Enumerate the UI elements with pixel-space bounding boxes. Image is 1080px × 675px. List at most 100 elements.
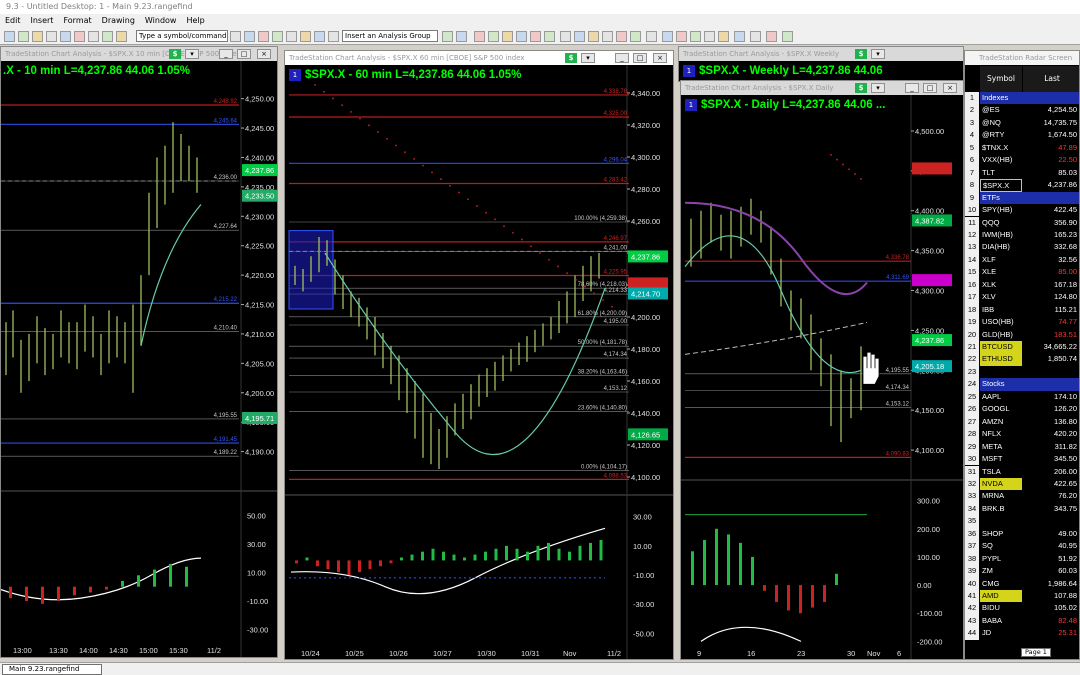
watchlist-row[interactable]: 18 IBB 115.21 bbox=[965, 303, 1079, 317]
format-icon[interactable] bbox=[272, 31, 283, 42]
line-chart-icon[interactable] bbox=[488, 31, 499, 42]
watchlist-row[interactable]: 30 MSFT 345.50 bbox=[965, 453, 1079, 466]
watchlist-row[interactable]: 35 bbox=[965, 515, 1079, 528]
paste-icon[interactable] bbox=[88, 31, 99, 42]
watchlist-row[interactable]: 41 AMD 107.88 bbox=[965, 590, 1079, 603]
symbol-cell[interactable]: @NQ bbox=[980, 117, 1022, 129]
symbol-cell[interactable]: SHOP bbox=[980, 528, 1022, 540]
draw-fib-icon[interactable] bbox=[588, 31, 599, 42]
tick-icon[interactable] bbox=[544, 31, 555, 42]
watchlist-row[interactable]: 5 $TNX.X 47.89 bbox=[965, 141, 1079, 155]
close-icon[interactable]: × bbox=[943, 83, 957, 93]
symbol-cell[interactable]: META bbox=[980, 441, 1022, 453]
symbol-cell[interactable]: GLD(HB) bbox=[980, 329, 1022, 341]
symbol-cell[interactable]: QQQ bbox=[980, 217, 1022, 229]
symbol-cell[interactable]: @RTY bbox=[980, 129, 1022, 141]
symbol-cell[interactable]: JD bbox=[980, 627, 1022, 639]
dropdown-icon[interactable]: ▾ bbox=[185, 49, 199, 59]
symbol-cell[interactable]: USO(HB) bbox=[980, 316, 1022, 328]
watchlist-row[interactable]: 42 BIDU 105.02 bbox=[965, 602, 1079, 615]
menu-drawing[interactable]: Drawing bbox=[97, 14, 140, 28]
watchlist-row[interactable]: 16 XLK 167.18 bbox=[965, 278, 1079, 292]
hammer-icon[interactable] bbox=[766, 31, 777, 42]
close-icon[interactable]: × bbox=[257, 49, 271, 59]
watchlist-row[interactable]: 37 SQ 40.95 bbox=[965, 540, 1079, 553]
watchlist-row[interactable]: 2 @ES 4,254.50 bbox=[965, 104, 1079, 117]
cut-icon[interactable] bbox=[60, 31, 71, 42]
layout-icon[interactable] bbox=[442, 31, 453, 42]
watchlist-category-row[interactable]: 9 ETFs bbox=[965, 191, 1079, 205]
copy-icon[interactable] bbox=[74, 31, 85, 42]
minimize-icon[interactable]: _ bbox=[615, 53, 629, 63]
draw-rect-icon[interactable] bbox=[616, 31, 627, 42]
chart-window-10min[interactable]: TradeStation Chart Analysis - $SPX.X 10 … bbox=[0, 46, 278, 658]
symbol-cell[interactable]: AMD bbox=[980, 590, 1022, 603]
dollar-icon[interactable]: $ bbox=[565, 53, 577, 63]
symbol-cell[interactable]: MRNA bbox=[980, 490, 1022, 502]
watchlist-row[interactable]: 26 GOOGL 126.20 bbox=[965, 403, 1079, 416]
maximize-icon[interactable]: □ bbox=[923, 83, 937, 93]
watchlist-row[interactable]: 17 XLV 124.80 bbox=[965, 291, 1079, 304]
alert-icon[interactable] bbox=[258, 31, 269, 42]
chart-window-daily[interactable]: TradeStation Chart Analysis - $SPX.X Dai… bbox=[680, 80, 964, 660]
column-header-symbol[interactable]: Symbol bbox=[980, 66, 1022, 92]
watchlist-row[interactable]: 6 VXX(HB) 22.50 bbox=[965, 154, 1079, 167]
minimize-icon[interactable]: _ bbox=[219, 49, 233, 59]
symbol-input[interactable]: Type a symbol/command bbox=[136, 30, 228, 42]
watchlist-category-row[interactable]: 24 Stocks bbox=[965, 378, 1079, 391]
dropdown-icon[interactable]: ▾ bbox=[871, 83, 885, 93]
watchlist-row[interactable]: 36 SHOP 49.00 bbox=[965, 527, 1079, 541]
wrench-icon[interactable] bbox=[750, 31, 761, 42]
lock-icon[interactable] bbox=[782, 31, 793, 42]
symbol-cell[interactable]: DIA(HB) bbox=[980, 241, 1022, 253]
symbol-cell[interactable]: BRK.B bbox=[980, 503, 1022, 515]
watchlist-row[interactable]: 10 SPY(HB) 422.45 bbox=[965, 204, 1079, 217]
menu-help[interactable]: Help bbox=[181, 14, 209, 28]
symbol-cell[interactable]: BABA bbox=[980, 615, 1022, 627]
analysis-group-select[interactable]: Insert an Analysis Group bbox=[342, 30, 438, 42]
watchlist-row[interactable]: 13 DIA(HB) 332.68 bbox=[965, 241, 1079, 254]
symbol-cell[interactable]: BTCUSD bbox=[980, 341, 1022, 354]
watchlist-row[interactable]: 29 META 311.82 bbox=[965, 440, 1079, 454]
column-header-last[interactable]: Last bbox=[1023, 66, 1079, 92]
radar-screen-window[interactable]: TradeStation Radar Screen Symbol Last 1I… bbox=[964, 50, 1080, 660]
strategy-icon[interactable] bbox=[328, 31, 339, 42]
watchlist-row[interactable]: 4 @RTY 1,674.50 bbox=[965, 129, 1079, 142]
menu-edit[interactable]: Edit bbox=[0, 14, 26, 28]
watchlist-row[interactable]: 7 TLT 85.03 bbox=[965, 166, 1079, 180]
symbol-cell[interactable]: $TNX.X bbox=[980, 142, 1022, 154]
close-icon[interactable]: × bbox=[653, 53, 667, 63]
symbol-cell[interactable]: MSFT bbox=[980, 453, 1022, 465]
symbol-cell[interactable]: @ES bbox=[980, 104, 1022, 116]
save-icon[interactable] bbox=[32, 31, 43, 42]
magnifier-icon[interactable] bbox=[690, 31, 701, 42]
zoom-out-icon[interactable] bbox=[676, 31, 687, 42]
dollar-icon[interactable]: $ bbox=[169, 49, 181, 59]
symbol-cell[interactable]: AAPL bbox=[980, 391, 1022, 403]
zoom-in-icon[interactable] bbox=[662, 31, 673, 42]
symbol-cell[interactable]: GOOGL bbox=[980, 403, 1022, 415]
watchlist-row[interactable]: 32 NVDA 422.65 bbox=[965, 477, 1079, 491]
dollar-icon[interactable]: $ bbox=[855, 83, 867, 93]
pointer-icon[interactable] bbox=[718, 31, 729, 42]
style-icon[interactable] bbox=[300, 31, 311, 42]
crosshair-icon[interactable] bbox=[704, 31, 715, 42]
indicator-icon[interactable] bbox=[314, 31, 325, 42]
symbol-cell[interactable]: XLK bbox=[980, 279, 1022, 291]
symbol-cell[interactable]: ZM bbox=[980, 565, 1022, 577]
watchlist-category-row[interactable]: 1 Indexes bbox=[965, 92, 1079, 105]
open-icon[interactable] bbox=[18, 31, 29, 42]
candle-icon[interactable] bbox=[502, 31, 513, 42]
menu-window[interactable]: Window bbox=[140, 14, 182, 28]
symbol-cell[interactable]: ETFs bbox=[980, 191, 1079, 205]
renko-icon[interactable] bbox=[530, 31, 541, 42]
watchlist-row[interactable]: 14 XLF 32.56 bbox=[965, 253, 1079, 267]
symbol-cell[interactable]: Indexes bbox=[980, 92, 1079, 105]
chart-icon[interactable] bbox=[116, 31, 127, 42]
watchlist-row[interactable]: 27 AMZN 136.80 bbox=[965, 415, 1079, 429]
symbol-cell[interactable]: BIDU bbox=[980, 602, 1022, 614]
symbol-cell[interactable]: XLE bbox=[980, 266, 1022, 278]
watchlist-row[interactable]: 25 AAPL 174.10 bbox=[965, 390, 1079, 404]
pointfig-icon[interactable] bbox=[516, 31, 527, 42]
dropdown-icon[interactable]: ▾ bbox=[871, 49, 885, 59]
